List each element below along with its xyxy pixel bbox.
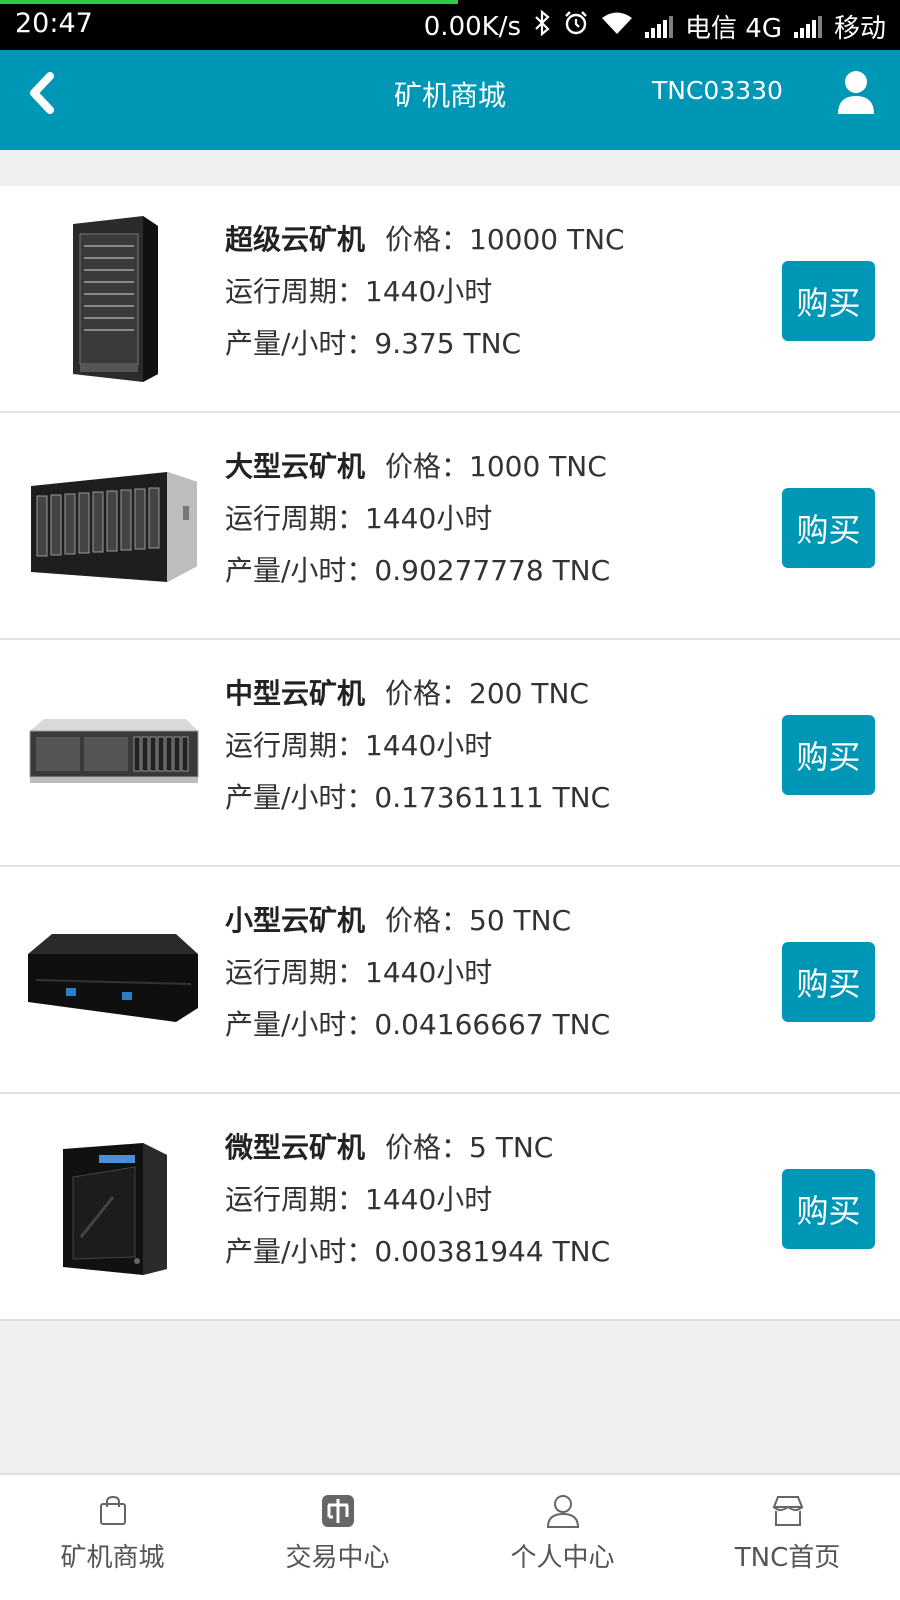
- product-image-medium: [25, 668, 200, 838]
- product-image-super: [25, 214, 200, 384]
- product-price: 价格：200 TNC: [385, 677, 589, 710]
- carrier-1: 电信 4G: [685, 14, 782, 44]
- product-price: 价格：10000 TNC: [385, 223, 625, 256]
- alarm-icon: [563, 10, 589, 43]
- buy-button[interactable]: 购买: [782, 261, 875, 341]
- nav-label: 个人中心: [510, 1543, 615, 1573]
- wifi-icon: [601, 11, 633, 42]
- bottom-nav: 矿机商城 交易中心 个人中心 TNC首页: [0, 1473, 900, 1600]
- buy-button[interactable]: 购买: [782, 1169, 875, 1249]
- nav-label: 矿机商城: [60, 1543, 165, 1573]
- product-list: 超级云矿机 价格：10000 TNC 运行周期：1440小时 产量/小时：9.37…: [0, 186, 900, 1321]
- bluetooth-icon: [533, 9, 551, 43]
- product-price: 价格：1000 TNC: [385, 450, 607, 483]
- product-row: 小型云矿机 价格：50 TNC 运行周期：1440小时 产量/小时：0.04166…: [0, 867, 900, 1094]
- signal-icon-2: [793, 15, 822, 38]
- product-period: 运行周期：1440小时: [225, 956, 493, 989]
- product-image-large: [25, 441, 200, 611]
- product-name: 超级云矿机: [225, 223, 366, 256]
- product-info: 大型云矿机 价格：1000 TNC 运行周期：1440小时 产量/小时：0.902…: [225, 441, 610, 597]
- product-info: 小型云矿机 价格：50 TNC 运行周期：1440小时 产量/小时：0.04166…: [225, 895, 610, 1051]
- product-image-small: [25, 895, 200, 1065]
- product-price: 价格：5 TNC: [385, 1131, 554, 1164]
- carrier-2: 移动: [833, 14, 886, 44]
- product-row: 超级云矿机 价格：10000 TNC 运行周期：1440小时 产量/小时：9.37…: [0, 186, 900, 413]
- product-image-micro: [25, 1122, 200, 1292]
- status-progress-line: [0, 0, 458, 4]
- user-icon[interactable]: [836, 70, 876, 114]
- user-code: TNC03330: [652, 76, 783, 105]
- nav-item-personal[interactable]: 个人中心: [450, 1475, 675, 1600]
- nav-label: 交易中心: [285, 1543, 390, 1573]
- nav-item-trade[interactable]: 交易中心: [225, 1475, 450, 1600]
- market-icon: [321, 1495, 354, 1527]
- product-info: 超级云矿机 价格：10000 TNC 运行周期：1440小时 产量/小时：9.37…: [225, 214, 625, 370]
- nav-item-home[interactable]: TNC首页: [675, 1475, 900, 1600]
- product-name: 中型云矿机: [225, 677, 366, 710]
- product-price: 价格：50 TNC: [385, 904, 572, 937]
- product-row: 微型云矿机 价格：5 TNC 运行周期：1440小时 产量/小时：0.003819…: [0, 1094, 900, 1321]
- product-period: 运行周期：1440小时: [225, 1183, 493, 1216]
- shopping-bag-icon: [99, 1495, 126, 1525]
- buy-button[interactable]: 购买: [782, 715, 875, 795]
- signal-icon: [645, 15, 674, 38]
- nav-label: TNC首页: [734, 1543, 841, 1573]
- app-header: 矿机商城 TNC03330: [0, 50, 900, 150]
- store-icon: [772, 1496, 803, 1526]
- product-output: 产量/小时：9.375 TNC: [225, 327, 522, 360]
- product-output: 产量/小时：0.90277778 TNC: [225, 554, 611, 587]
- status-bar: 20:47 0.00K/s 电信 4G 移动: [0, 0, 900, 50]
- person-icon: [546, 1495, 579, 1528]
- product-period: 运行周期：1440小时: [225, 729, 493, 762]
- product-row: 大型云矿机 价格：1000 TNC 运行周期：1440小时 产量/小时：0.902…: [0, 413, 900, 640]
- product-info: 微型云矿机 价格：5 TNC 运行周期：1440小时 产量/小时：0.003819…: [225, 1122, 610, 1278]
- product-period: 运行周期：1440小时: [225, 502, 493, 535]
- status-right: 0.00K/s 电信 4G 移动: [424, 8, 886, 45]
- net-speed: 0.00K/s: [423, 11, 522, 42]
- status-time: 20:47: [15, 8, 93, 39]
- buy-button[interactable]: 购买: [782, 942, 875, 1022]
- buy-button[interactable]: 购买: [782, 488, 875, 568]
- product-output: 产量/小时：0.00381944 TNC: [225, 1235, 611, 1268]
- product-row: 中型云矿机 价格：200 TNC 运行周期：1440小时 产量/小时：0.1736…: [0, 640, 900, 867]
- product-output: 产量/小时：0.04166667 TNC: [225, 1008, 611, 1041]
- product-info: 中型云矿机 价格：200 TNC 运行周期：1440小时 产量/小时：0.1736…: [225, 668, 610, 824]
- product-name: 大型云矿机: [225, 450, 366, 483]
- nav-item-mall[interactable]: 矿机商城: [0, 1475, 225, 1600]
- product-period: 运行周期：1440小时: [225, 275, 493, 308]
- product-name: 小型云矿机: [225, 904, 366, 937]
- product-output: 产量/小时：0.17361111 TNC: [225, 781, 611, 814]
- product-name: 微型云矿机: [225, 1131, 366, 1164]
